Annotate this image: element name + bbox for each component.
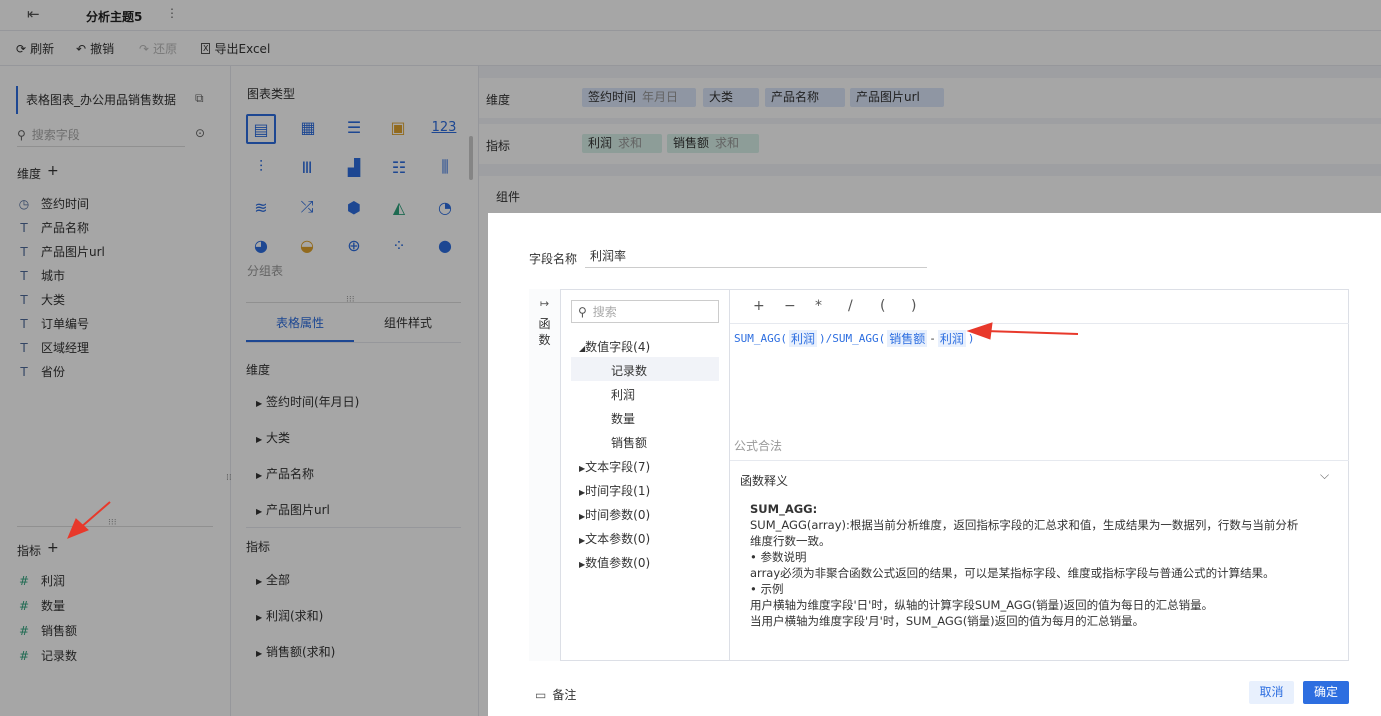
annotation-arrows	[67, 322, 1079, 539]
red-arrow-annotation	[67, 501, 111, 539]
red-arrow-annotation	[966, 322, 1079, 340]
